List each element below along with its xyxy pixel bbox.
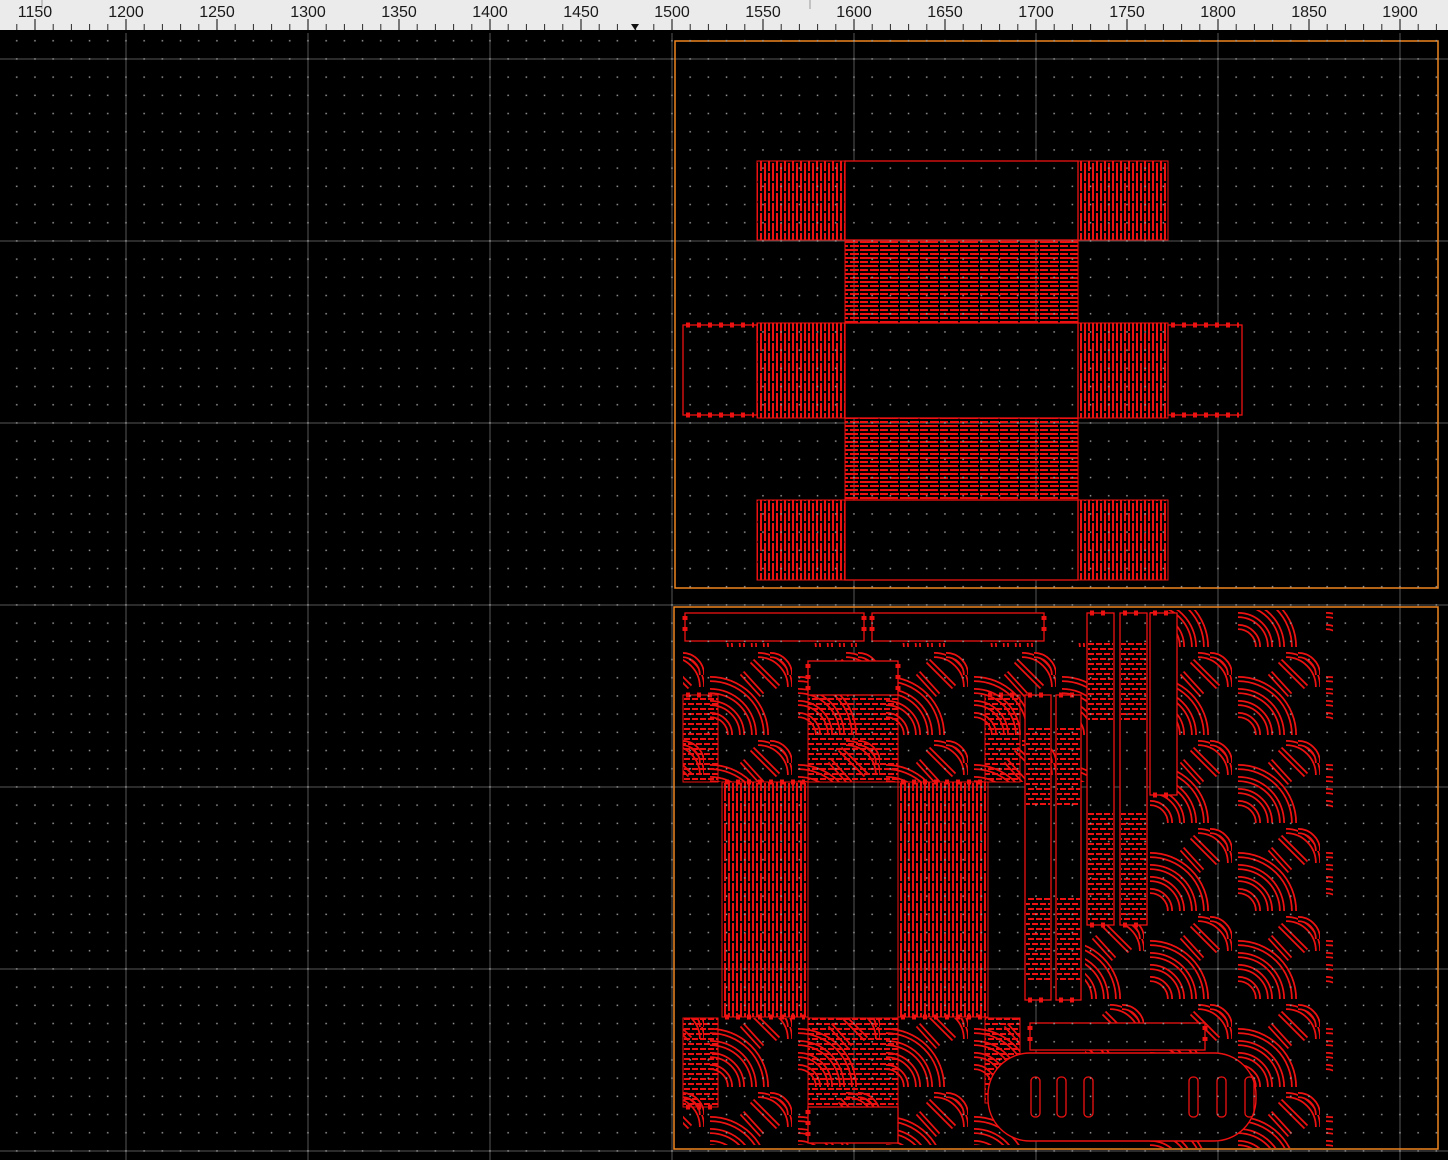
ruler-tick-label: 1500 <box>654 4 690 21</box>
ruler-tick-label: 1800 <box>1200 4 1236 21</box>
ruler-tick-label: 1900 <box>1382 4 1418 21</box>
layout-canvas[interactable] <box>0 33 1448 1160</box>
ruler-tick-label: 1250 <box>199 4 235 21</box>
ruler-tick-label: 1650 <box>927 4 963 21</box>
ruler-tick-label: 1150 <box>18 4 53 21</box>
ruler-tick-label: 1600 <box>836 4 872 21</box>
ruler-tick-label: 1850 <box>1291 4 1327 21</box>
ruler-tick-label: 1450 <box>563 4 599 21</box>
ruler-tick-label: 1700 <box>1018 4 1054 21</box>
grid-dots-overlay <box>0 33 1448 1160</box>
horizontal-ruler: 1150 1200 1250 1300 1350 1400 1450 1500 1550 1600… <box>0 0 1448 33</box>
ruler-tick-label: 1550 <box>745 4 781 21</box>
ruler-tick-label: 1750 <box>1109 4 1145 21</box>
ruler-tick-label: 1400 <box>472 4 508 21</box>
ruler-tick-label: 1350 <box>381 4 417 21</box>
ruler-tick-label: 1300 <box>290 4 326 21</box>
ruler-tick-label: 1200 <box>108 4 144 21</box>
